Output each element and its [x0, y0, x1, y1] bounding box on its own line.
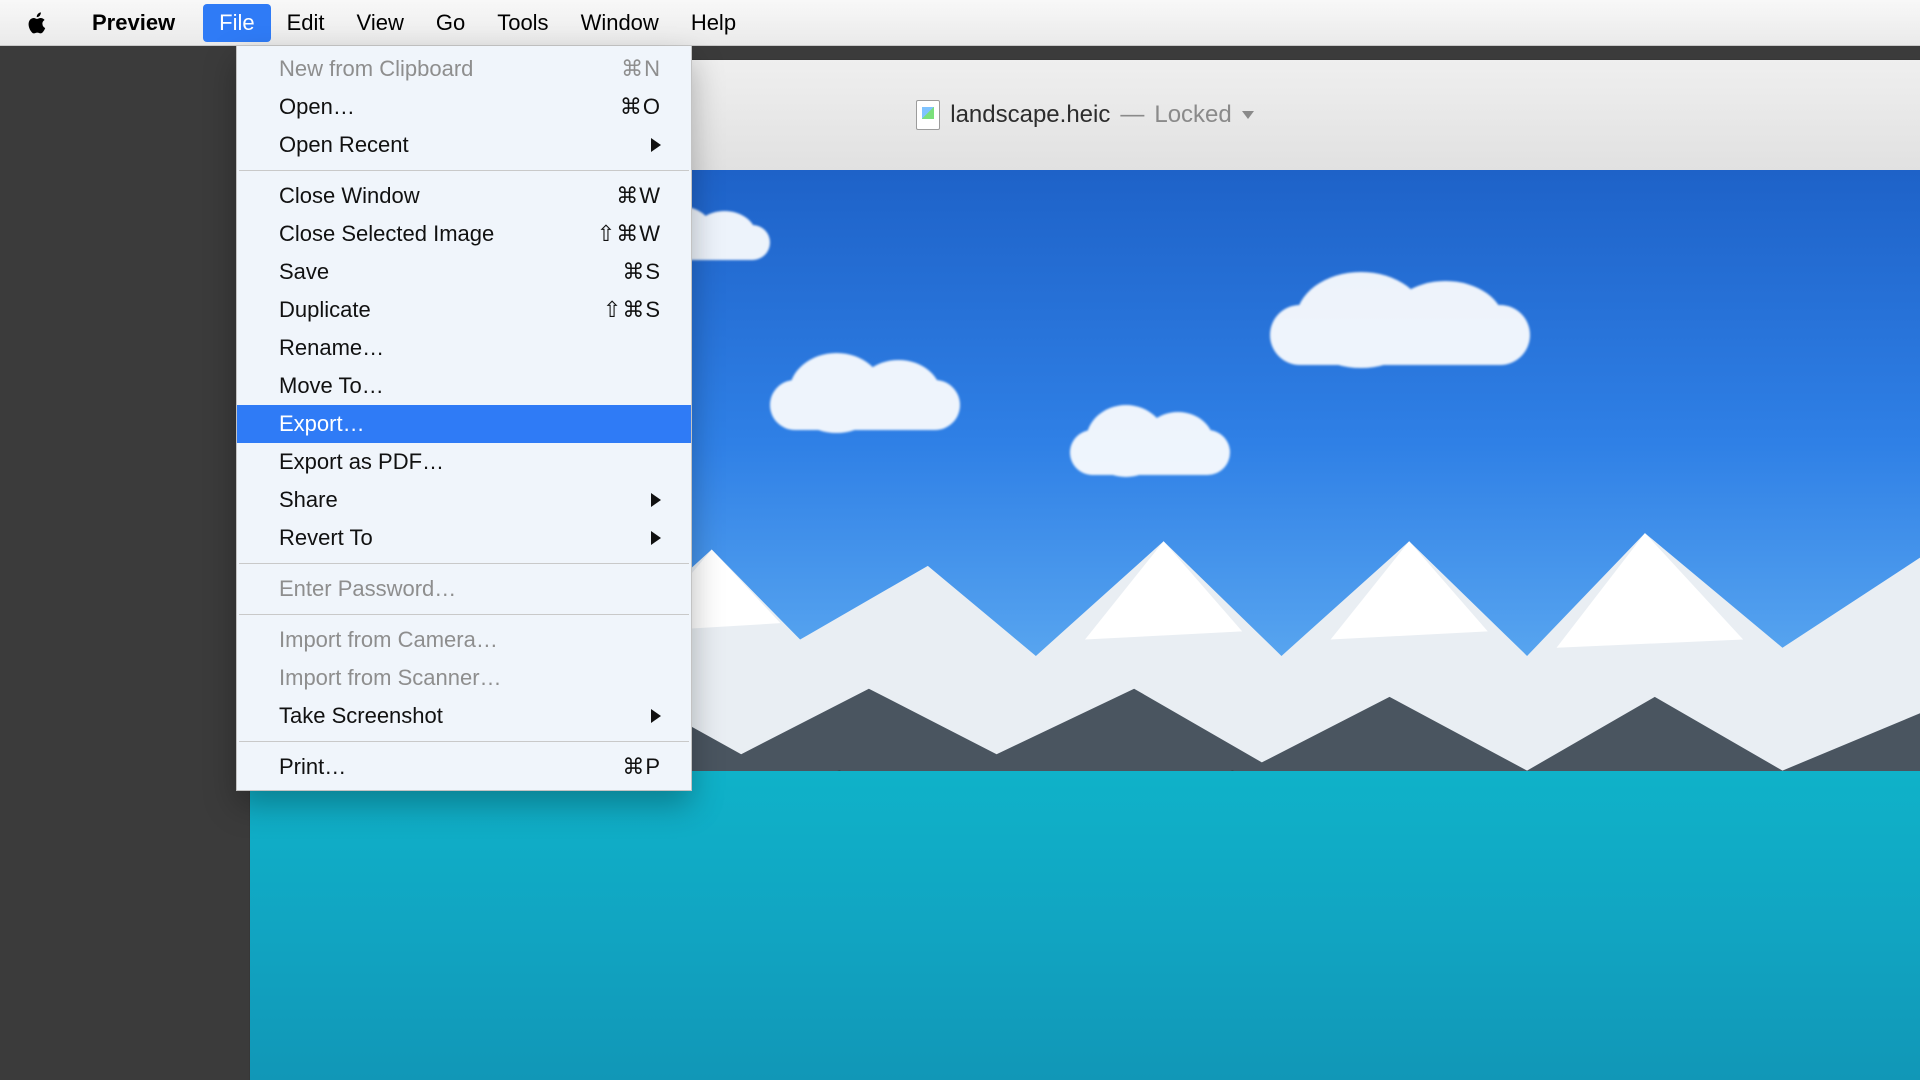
menu-item-label: Import from Scanner…	[279, 665, 661, 691]
document-status-separator: —	[1120, 101, 1144, 129]
file-menu-open-recent[interactable]: Open Recent	[237, 126, 691, 164]
menu-item-shortcut: ⌘N	[621, 56, 661, 82]
menu-item-label: Close Window	[279, 183, 616, 209]
menu-item-shortcut: ⌘O	[620, 94, 661, 120]
file-menu-revert-to[interactable]: Revert To	[237, 519, 691, 557]
file-menu-duplicate[interactable]: Duplicate⇧⌘S	[237, 291, 691, 329]
menu-item-label: Export as PDF…	[279, 449, 661, 475]
menu-window[interactable]: Window	[565, 4, 675, 42]
menu-item-label: Rename…	[279, 335, 661, 361]
submenu-arrow-icon	[651, 709, 661, 723]
menu-item-label: New from Clipboard	[279, 56, 621, 82]
submenu-arrow-icon	[651, 531, 661, 545]
file-menu-enter-password: Enter Password…	[237, 570, 691, 608]
menu-item-label: Move To…	[279, 373, 661, 399]
app-name[interactable]: Preview	[82, 10, 185, 36]
menu-item-label: Enter Password…	[279, 576, 661, 602]
file-menu-new-from-clipboard: New from Clipboard⌘N	[237, 50, 691, 88]
menu-view[interactable]: View	[341, 4, 420, 42]
file-menu-close-window[interactable]: Close Window⌘W	[237, 177, 691, 215]
image-cloud	[1070, 430, 1230, 475]
file-menu-dropdown: New from Clipboard⌘NOpen…⌘OOpen RecentCl…	[236, 46, 692, 791]
menu-file[interactable]: File	[203, 4, 270, 42]
file-menu-take-screenshot[interactable]: Take Screenshot	[237, 697, 691, 735]
image-lake	[250, 771, 1920, 1080]
menu-separator	[239, 563, 689, 564]
menu-help[interactable]: Help	[675, 4, 752, 42]
menu-item-label: Save	[279, 259, 622, 285]
file-menu-export[interactable]: Export…	[237, 405, 691, 443]
file-menu-open[interactable]: Open…⌘O	[237, 88, 691, 126]
menu-tools[interactable]: Tools	[481, 4, 564, 42]
menu-item-label: Close Selected Image	[279, 221, 597, 247]
menu-item-shortcut: ⌘S	[622, 259, 661, 285]
menu-item-label: Revert To	[279, 525, 651, 551]
menu-item-label: Open Recent	[279, 132, 651, 158]
menu-item-shortcut: ⇧⌘S	[603, 297, 661, 323]
menu-item-label: Take Screenshot	[279, 703, 651, 729]
menu-separator	[239, 614, 689, 615]
file-menu-close-selected-image[interactable]: Close Selected Image⇧⌘W	[237, 215, 691, 253]
menu-item-label: Open…	[279, 94, 620, 120]
menu-separator	[239, 741, 689, 742]
menu-item-label: Export…	[279, 411, 661, 437]
file-menu-export-as-pdf[interactable]: Export as PDF…	[237, 443, 691, 481]
menu-item-shortcut: ⇧⌘W	[597, 221, 661, 247]
menu-item-label: Share	[279, 487, 651, 513]
file-menu-save[interactable]: Save⌘S	[237, 253, 691, 291]
menu-item-label: Import from Camera…	[279, 627, 661, 653]
menu-item-label: Duplicate	[279, 297, 603, 323]
title-dropdown-chevron-icon[interactable]	[1242, 111, 1254, 119]
file-menu-rename[interactable]: Rename…	[237, 329, 691, 367]
menu-separator	[239, 170, 689, 171]
menu-edit[interactable]: Edit	[271, 4, 341, 42]
image-cloud	[1270, 305, 1530, 365]
menu-item-label: Print…	[279, 754, 622, 780]
apple-menu-icon[interactable]	[24, 9, 52, 37]
menu-go[interactable]: Go	[420, 4, 481, 42]
file-menu-share[interactable]: Share	[237, 481, 691, 519]
image-cloud	[770, 380, 960, 430]
file-menu-print[interactable]: Print…⌘P	[237, 748, 691, 786]
menu-item-shortcut: ⌘P	[622, 754, 661, 780]
submenu-arrow-icon	[651, 493, 661, 507]
file-menu-move-to[interactable]: Move To…	[237, 367, 691, 405]
document-status: Locked	[1154, 101, 1231, 129]
submenu-arrow-icon	[651, 138, 661, 152]
document-title: landscape.heic	[950, 101, 1110, 129]
file-menu-import-from-scanner: Import from Scanner…	[237, 659, 691, 697]
file-menu-import-from-camera: Import from Camera…	[237, 621, 691, 659]
menu-item-shortcut: ⌘W	[616, 183, 661, 209]
document-file-icon	[916, 100, 940, 130]
menubar: Preview FileEditViewGoToolsWindowHelp	[0, 0, 1920, 46]
